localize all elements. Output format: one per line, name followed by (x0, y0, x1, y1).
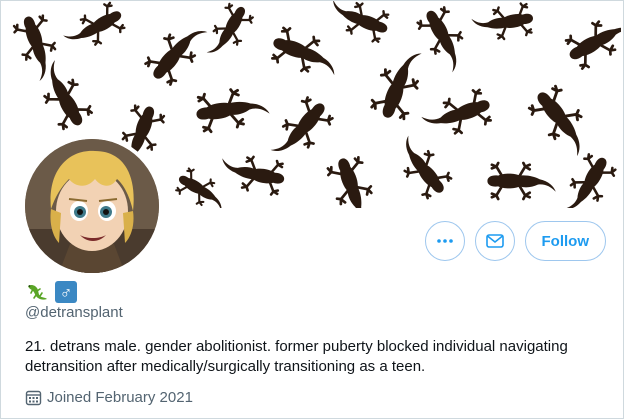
joined-date-text: Joined February 2021 (47, 389, 193, 406)
profile-card: Follow ♂ @detransplant 21. detrans male.… (0, 0, 624, 419)
follow-button[interactable]: Follow (524, 221, 606, 261)
profile-bio: 21. detrans male. gender abolitionist. f… (25, 338, 568, 375)
envelope-icon (485, 234, 504, 248)
male-symbol: ♂ (59, 282, 73, 302)
display-name-emojis: ♂ (25, 281, 77, 303)
calendar-icon (25, 390, 42, 406)
profile-actions: Follow (424, 221, 606, 261)
avatar[interactable] (21, 135, 163, 277)
message-button[interactable] (474, 221, 515, 261)
avatar-image (25, 139, 159, 273)
profile-handle: @detransplant (25, 304, 123, 321)
joined-date: Joined February 2021 (25, 389, 193, 406)
more-dots-icon (436, 239, 453, 243)
more-button[interactable] (424, 221, 465, 261)
male-sign-emoji-icon: ♂ (55, 281, 77, 303)
lizard-emoji-icon (28, 284, 47, 300)
